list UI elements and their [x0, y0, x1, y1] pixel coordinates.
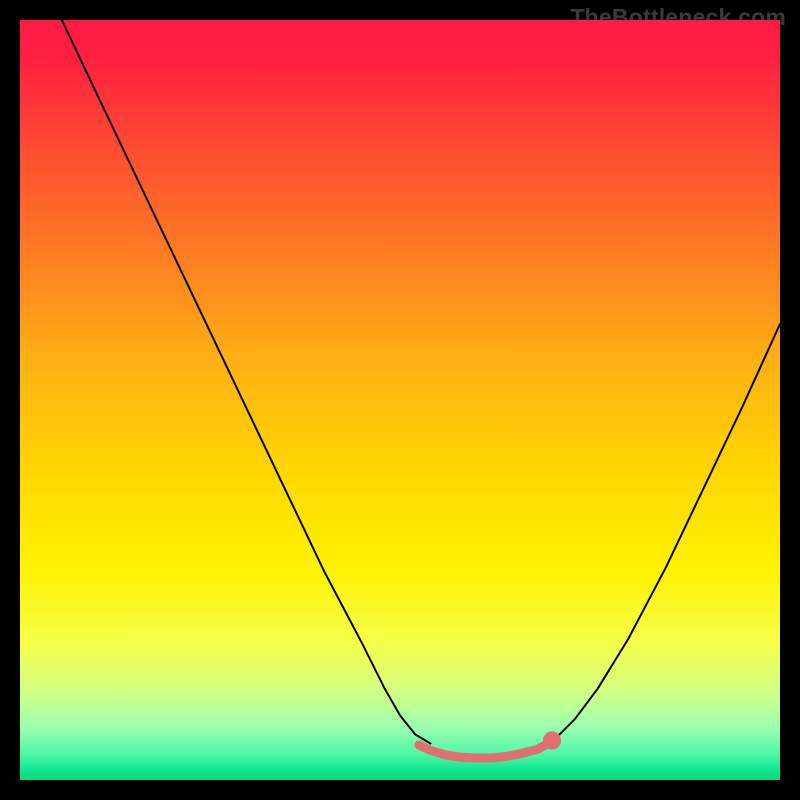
chart-stage: TheBottleneck.com — [0, 0, 800, 800]
chart-background — [20, 20, 780, 780]
marker-dot — [543, 731, 561, 749]
bottleneck-chart — [20, 20, 780, 780]
